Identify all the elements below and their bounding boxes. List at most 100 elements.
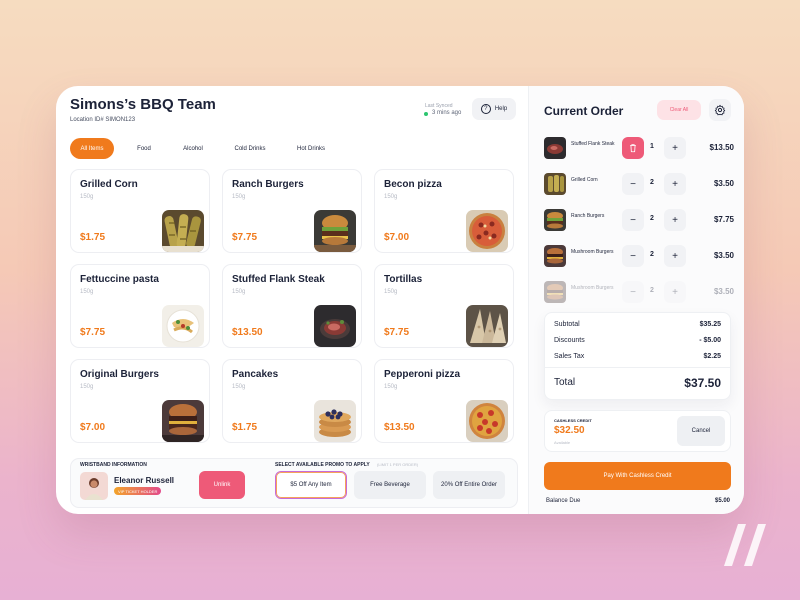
item-name: Grilled Corn bbox=[80, 179, 138, 190]
menu-item-card[interactable]: Grilled Corn 150g $1.75 bbox=[70, 169, 210, 253]
menu-panel: Simons’s BBQ Team Location ID# SIMON123 … bbox=[56, 86, 528, 514]
order-item-row: Grilled Corn − 2 + $3.50 bbox=[544, 172, 734, 196]
burger-photo bbox=[544, 281, 566, 303]
avatar bbox=[80, 472, 108, 500]
minus-icon: − bbox=[630, 214, 636, 226]
decrement-button[interactable]: − bbox=[622, 281, 644, 303]
plus-icon: + bbox=[672, 286, 678, 298]
pay-button[interactable]: Pay With Cashless Credit bbox=[544, 462, 731, 490]
order-item-name: Stuffed Flank Steak bbox=[571, 141, 615, 147]
increment-button[interactable]: + bbox=[664, 137, 686, 159]
increment-button[interactable]: + bbox=[664, 281, 686, 303]
item-price: $7.75 bbox=[232, 232, 258, 243]
promo-option-20-off[interactable]: 20% Off Entire Order bbox=[433, 471, 505, 499]
item-price: $13.50 bbox=[232, 327, 263, 338]
decrement-button[interactable]: − bbox=[622, 173, 644, 195]
item-price: $1.75 bbox=[232, 422, 258, 433]
item-price: $7.75 bbox=[384, 327, 410, 338]
pancakes-photo bbox=[314, 400, 356, 442]
item-name: Original Burgers bbox=[80, 369, 159, 380]
help-icon: ? bbox=[480, 104, 491, 114]
decrement-button[interactable]: − bbox=[622, 245, 644, 267]
help-button[interactable]: ? Help bbox=[472, 98, 516, 120]
total-label: Total bbox=[554, 377, 576, 388]
pizza-photo bbox=[466, 210, 508, 252]
increment-button[interactable]: + bbox=[664, 173, 686, 195]
order-item-price: $7.75 bbox=[713, 215, 734, 224]
order-item-name: Ranch Burgers bbox=[571, 213, 605, 219]
minus-icon: − bbox=[630, 250, 636, 262]
item-name: Pepperoni pizza bbox=[384, 369, 461, 380]
steak-photo bbox=[314, 305, 356, 347]
order-item-row: Mushroom Burgers − 2 + $3.50 bbox=[544, 244, 734, 268]
menu-item-card[interactable]: Pancakes 150g $1.75 bbox=[222, 359, 362, 443]
cashless-credit-box: CASHLESS CREDIT $32.50 Available Cancel bbox=[544, 410, 731, 452]
item-name: Becon pizza bbox=[384, 179, 442, 190]
increment-button[interactable]: + bbox=[664, 245, 686, 267]
location-id: Location ID# SIMON123 bbox=[70, 117, 136, 123]
menu-item-card[interactable]: Becon pizza 150g $7.00 bbox=[374, 169, 514, 253]
promo-label: SELECT AVAILABLE PROMO TO APPLY bbox=[275, 462, 370, 468]
item-weight: 150g bbox=[80, 384, 94, 390]
customer-name: Eleanor Russell bbox=[114, 476, 175, 485]
item-price: $7.00 bbox=[80, 422, 106, 433]
plus-icon: + bbox=[672, 250, 678, 262]
increment-button[interactable]: + bbox=[664, 209, 686, 231]
menu-item-card[interactable]: Ranch Burgers 150g $7.75 bbox=[222, 169, 362, 253]
menu-item-card[interactable]: Pepperoni pizza 150g $13.50 bbox=[374, 359, 514, 443]
discounts-value: - $5.00 bbox=[699, 337, 721, 344]
balance-due-label: Balance Due bbox=[546, 498, 581, 504]
item-weight: 150g bbox=[80, 194, 94, 200]
steak-photo bbox=[544, 137, 566, 159]
subtotal-label: Subtotal bbox=[554, 321, 580, 328]
promo-option-free-beverage[interactable]: Free Beverage bbox=[354, 471, 426, 499]
item-weight: 150g bbox=[80, 289, 94, 295]
order-item-qty: 1 bbox=[650, 143, 654, 150]
discounts-row: Discounts - $5.00 bbox=[554, 337, 721, 344]
burger-photo bbox=[162, 400, 204, 442]
settings-button[interactable] bbox=[709, 99, 731, 121]
sync-status-dot bbox=[424, 112, 428, 116]
tab-all-items[interactable]: All Items bbox=[70, 138, 114, 159]
order-item-price: $3.50 bbox=[713, 287, 734, 296]
menu-item-card[interactable]: Original Burgers 150g $7.00 bbox=[70, 359, 210, 443]
tab-cold-drinks[interactable]: Cold Drinks bbox=[212, 138, 288, 159]
promo-option-5-off[interactable]: $5 Off Any Item bbox=[275, 471, 347, 499]
minus-icon: − bbox=[630, 178, 636, 190]
burger-photo bbox=[544, 209, 566, 231]
burger-photo bbox=[544, 245, 566, 267]
remove-item-button[interactable] bbox=[622, 137, 644, 159]
grilled-corn-photo bbox=[162, 210, 204, 252]
tab-alcohol[interactable]: Alcohol bbox=[174, 138, 212, 159]
unlink-button[interactable]: Unlink bbox=[199, 471, 245, 499]
tortilla-photo bbox=[466, 305, 508, 347]
help-label: Help bbox=[494, 106, 508, 112]
item-weight: 150g bbox=[384, 384, 398, 390]
burger-photo bbox=[314, 210, 356, 252]
tab-hot-drinks[interactable]: Hot Drinks bbox=[288, 138, 334, 159]
tax-label: Sales Tax bbox=[554, 353, 585, 360]
brand-logo bbox=[724, 524, 766, 566]
clear-all-button[interactable]: Clear All bbox=[657, 100, 701, 120]
cashless-label: CASHLESS CREDIT bbox=[554, 418, 592, 423]
item-weight: 150g bbox=[232, 289, 246, 295]
menu-item-card[interactable]: Stuffed Flank Steak 150g $13.50 bbox=[222, 264, 362, 348]
item-weight: 150g bbox=[384, 289, 398, 295]
cashless-amount: $32.50 bbox=[554, 425, 585, 436]
order-item-qty: 2 bbox=[650, 251, 654, 258]
decrement-button[interactable]: − bbox=[622, 209, 644, 231]
order-totals: Subtotal $35.25 Discounts - $5.00 Sales … bbox=[544, 312, 731, 400]
cancel-button[interactable]: Cancel bbox=[677, 416, 725, 446]
order-item-name: Mushroom Burgers bbox=[571, 249, 614, 255]
tab-food[interactable]: Food bbox=[114, 138, 174, 159]
item-name: Tortillas bbox=[384, 274, 423, 285]
order-item-price: $13.50 bbox=[709, 143, 734, 152]
pizza-photo bbox=[466, 400, 508, 442]
menu-item-card[interactable]: Tortillas 150g $7.75 bbox=[374, 264, 514, 348]
item-weight: 150g bbox=[232, 194, 246, 200]
item-price: $7.75 bbox=[80, 327, 106, 338]
order-item-qty: 2 bbox=[650, 179, 654, 186]
menu-item-card[interactable]: Fettuccine pasta 150g $7.75 bbox=[70, 264, 210, 348]
balance-due-value: $5.00 bbox=[714, 498, 730, 504]
totals-divider bbox=[545, 367, 730, 368]
